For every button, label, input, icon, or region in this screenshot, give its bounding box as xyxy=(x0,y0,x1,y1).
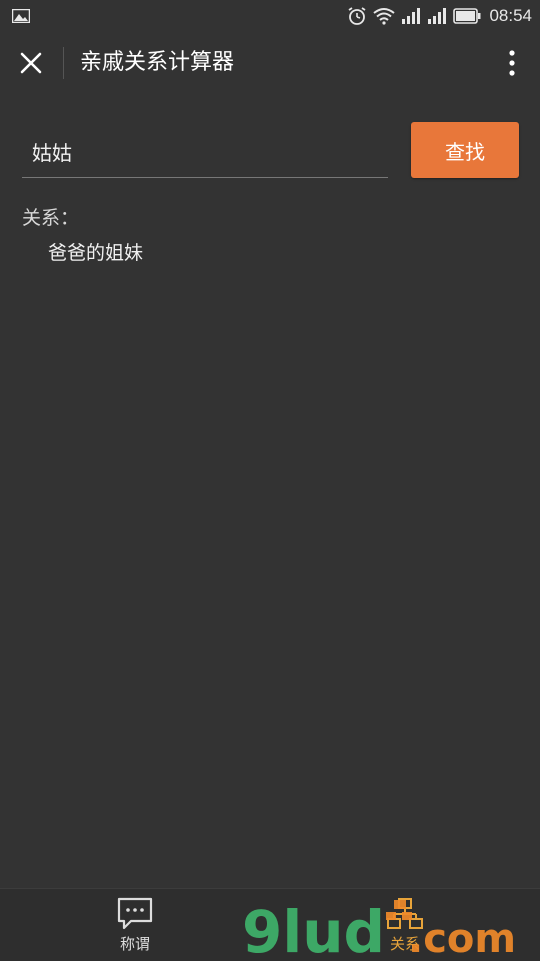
relation-icon xyxy=(387,898,423,929)
tab-label: 关系 xyxy=(389,935,420,953)
wifi-icon xyxy=(373,8,396,25)
close-icon xyxy=(20,52,42,74)
tab-label: 称谓 xyxy=(119,935,150,953)
page-title: 亲戚关系计算器 xyxy=(80,50,235,75)
close-button[interactable] xyxy=(12,44,50,82)
signal-icon xyxy=(428,8,447,24)
alarm-icon xyxy=(348,7,366,25)
search-input[interactable] xyxy=(22,126,388,178)
search-button[interactable]: 查找 xyxy=(411,122,519,178)
tab-appellation[interactable]: 称谓 xyxy=(70,889,200,961)
status-bar: 08:54 xyxy=(0,0,540,32)
more-vertical-icon xyxy=(509,50,515,76)
status-time: 08:54 xyxy=(489,6,532,25)
header-divider xyxy=(63,47,64,79)
gallery-icon xyxy=(12,9,30,23)
signal-icon xyxy=(402,8,421,24)
chat-icon xyxy=(117,897,153,930)
tab-bar: 称谓 关系 xyxy=(0,888,540,961)
title-bar: 亲戚关系计算器 xyxy=(0,32,540,94)
battery-icon xyxy=(453,8,481,24)
status-icons: 08:54 xyxy=(347,4,532,28)
result-label: 关系： xyxy=(22,207,80,229)
more-button[interactable] xyxy=(500,46,524,80)
tab-relation[interactable]: 关系 xyxy=(340,889,470,961)
result-value: 爸爸的姐妹 xyxy=(48,242,144,264)
